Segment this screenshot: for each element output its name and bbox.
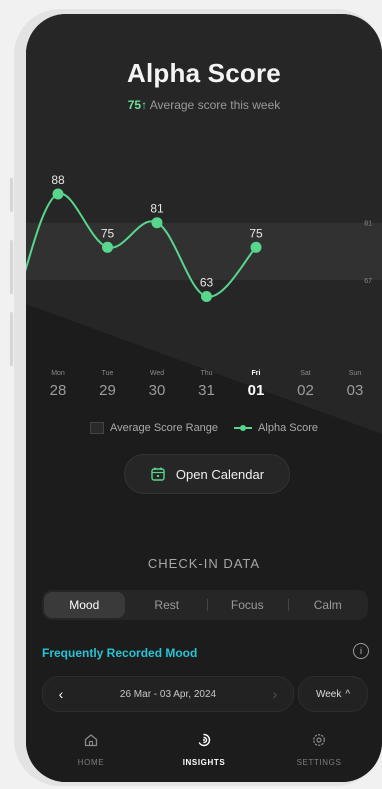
data-label: 88 (51, 173, 65, 187)
day-item-thu[interactable]: Thu 31 (187, 370, 227, 399)
frequent-mood-title: Frequently Recorded Mood (42, 646, 198, 660)
trend-up-icon: ↑ (141, 98, 148, 112)
day-item-wed[interactable]: Wed 30 (137, 370, 177, 399)
data-label: 81 (150, 202, 164, 216)
average-score-label: Average score this week (149, 98, 281, 112)
day-date: 28 (49, 382, 67, 399)
range-legend-label: Average Score Range (110, 422, 219, 434)
day-name: Mon (51, 370, 65, 377)
day-date: 01 (247, 382, 265, 399)
data-point (102, 241, 113, 253)
data-point (151, 217, 163, 229)
bottom-nav: HOME INSIGHTS SETTINGS (26, 726, 382, 782)
tab-rest[interactable]: Rest (127, 590, 208, 620)
data-label: 63 (200, 276, 214, 290)
day-name: Fri (251, 370, 261, 377)
day-item-sun[interactable]: Sun 03 (335, 370, 375, 399)
data-label: 75 (101, 226, 115, 240)
nav-settings[interactable]: SETTINGS (274, 732, 364, 770)
open-calendar-label: Open Calendar (175, 466, 265, 482)
prev-range-button[interactable]: ‹ (43, 686, 79, 702)
average-score-value: 75 (127, 98, 142, 112)
phone-side-button-middle (10, 240, 13, 294)
info-icon[interactable]: i (353, 643, 369, 659)
day-name: Tue (101, 370, 114, 377)
insights-icon (198, 733, 211, 747)
data-label: 75 (249, 226, 263, 240)
nav-home[interactable]: HOME (46, 732, 136, 770)
average-score-subtitle: 75↑ Average score this week (26, 98, 382, 112)
tab-mood[interactable]: Mood (44, 592, 125, 618)
day-item-sat[interactable]: Sat 02 (286, 370, 326, 399)
page-title: Alpha Score (127, 58, 281, 88)
period-dropdown-label: Week (315, 688, 342, 700)
data-point (52, 188, 64, 200)
chevron-up-icon: ^ (345, 688, 351, 700)
day-item-tue[interactable]: Tue 29 (88, 370, 128, 399)
calendar-icon (151, 467, 165, 481)
day-date: 02 (297, 382, 314, 399)
day-selector: Mon 28 Tue 29 Wed 30 Thu 31 Fri 01 Sat 02 Sun 03 (26, 370, 382, 410)
day-name: Sun (348, 370, 362, 377)
date-range-selector: ‹ 26 Mar - 03 Apr, 2024 › (42, 676, 294, 712)
average-range-band (26, 222, 382, 281)
alpha-score-chart: 81 67 88 75 81 63 75 (26, 173, 382, 302)
score-legend-label: Alpha Score (258, 422, 318, 434)
checkin-tabs: Mood Rest Focus Calm (42, 590, 368, 620)
app-screen: Alpha Score 75↑ Average score this week … (26, 14, 382, 782)
next-range-button[interactable]: › (257, 686, 293, 702)
open-calendar-button[interactable]: Open Calendar (124, 454, 290, 494)
day-date: 31 (198, 382, 215, 399)
chart-legend: Average Score Range Alpha Score (26, 422, 382, 434)
phone-side-button-top (10, 178, 13, 212)
checkin-section-title: CHECK-IN DATA (147, 556, 261, 571)
nav-insights-label: INSIGHTS (182, 758, 226, 767)
range-tick-label: 81 (364, 221, 372, 228)
day-name: Sat (300, 370, 311, 377)
nav-settings-label: SETTINGS (296, 758, 342, 767)
day-name: Wed (149, 370, 165, 377)
tab-focus[interactable]: Focus (207, 590, 288, 620)
nav-insights[interactable]: INSIGHTS (159, 732, 249, 770)
score-legend-swatch (234, 425, 253, 431)
data-point (250, 241, 262, 253)
range-tick-label: 67 (364, 278, 372, 285)
day-name: Thu (200, 370, 213, 377)
day-date: 30 (148, 382, 166, 399)
home-icon (84, 734, 98, 747)
date-range-label: 26 Mar - 03 Apr, 2024 (119, 688, 217, 700)
day-date: 29 (99, 382, 116, 399)
day-item-mon[interactable]: Mon 28 (38, 370, 78, 399)
day-date: 03 (346, 382, 364, 399)
range-legend-swatch (90, 422, 104, 434)
settings-icon (313, 734, 325, 746)
tab-calm[interactable]: Calm (287, 590, 369, 620)
data-point (201, 291, 212, 302)
phone-side-button-bottom (10, 312, 13, 366)
nav-home-label: HOME (77, 758, 105, 767)
day-item-fri[interactable]: Fri 01 (236, 370, 276, 399)
period-dropdown[interactable]: Week ^ (298, 676, 368, 712)
